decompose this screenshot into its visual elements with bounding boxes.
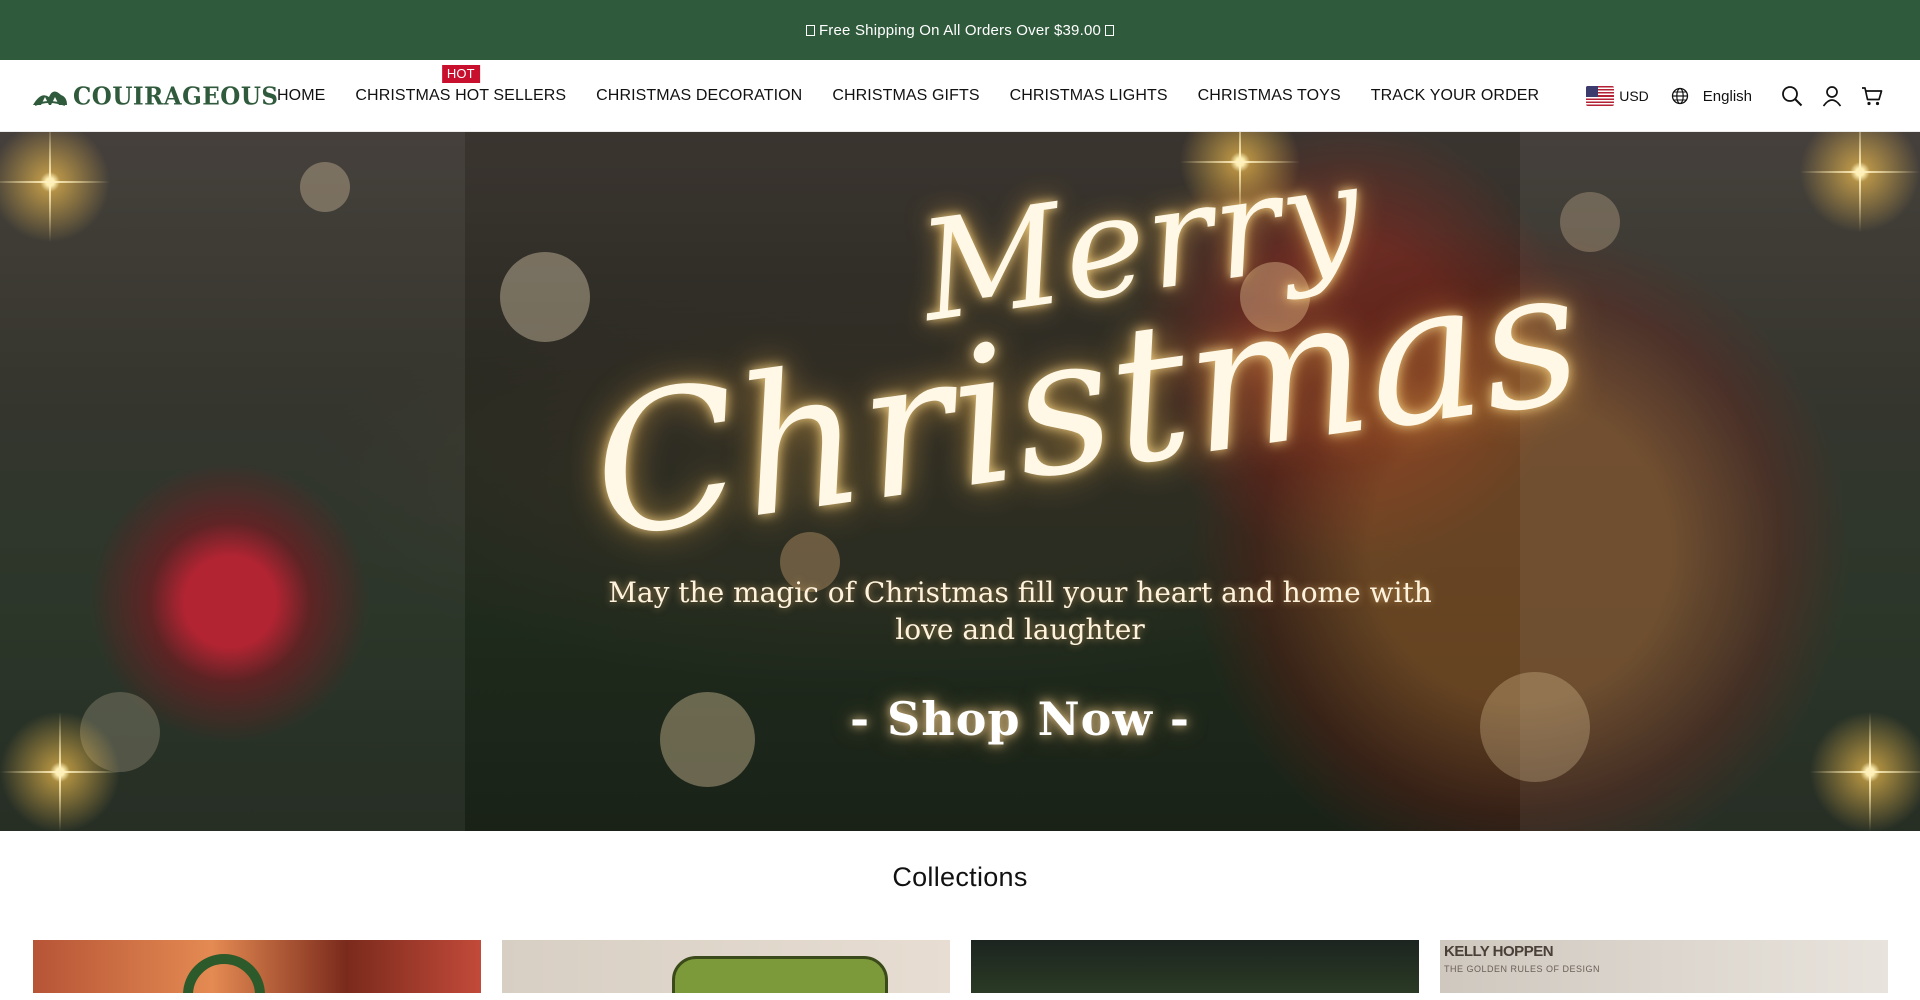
account-icon bbox=[1822, 86, 1842, 107]
sparkle-light bbox=[1800, 132, 1920, 232]
currency-label: USD bbox=[1619, 88, 1649, 104]
search-icon bbox=[1782, 86, 1803, 107]
nav-track-your-order[interactable]: TRACK YOUR ORDER bbox=[1371, 87, 1539, 105]
nav-christmas-gifts[interactable]: CHRISTMAS GIFTS bbox=[832, 87, 979, 105]
language-label: English bbox=[1702, 87, 1752, 105]
hero-tagline-line: May the magic of Christmas fill your hea… bbox=[608, 576, 1432, 609]
tree-icon bbox=[33, 91, 67, 106]
header-actions: USD English bbox=[1586, 60, 1892, 132]
bokeh-light bbox=[1480, 672, 1590, 782]
cart-button[interactable] bbox=[1852, 76, 1892, 116]
nav-christmas-hot-sellers[interactable]: HOT CHRISTMAS HOT SELLERS bbox=[355, 65, 567, 105]
nav-christmas-decoration[interactable]: CHRISTMAS DECORATION bbox=[596, 87, 802, 105]
book-subtitle-text: THE GOLDEN RULES OF DESIGN bbox=[1444, 964, 1601, 974]
sparkle-light bbox=[0, 132, 110, 242]
currency-selector[interactable]: USD bbox=[1586, 86, 1649, 106]
collections-heading: Collections bbox=[892, 862, 1028, 892]
site-header: COUIRAGEOUS HOME HOT CHRISTMAS HOT SELLE… bbox=[0, 60, 1920, 132]
gift-icon bbox=[805, 24, 815, 36]
collection-card[interactable]: KELLY HOPPEN THE GOLDEN RULES OF DESIGN bbox=[1440, 940, 1888, 993]
hero-banner[interactable]: Merry Christmas May the magic of Christm… bbox=[0, 132, 1920, 831]
collection-card[interactable] bbox=[33, 940, 481, 993]
bokeh-light bbox=[1560, 192, 1620, 252]
nav-christmas-toys[interactable]: CHRISTMAS TOYS bbox=[1198, 87, 1341, 105]
search-button[interactable] bbox=[1772, 76, 1812, 116]
brand-name: COUIRAGEOUS bbox=[73, 81, 279, 111]
nav-label: CHRISTMAS HOT SELLERS bbox=[355, 87, 567, 104]
hero-tagline-line: love and laughter bbox=[895, 613, 1145, 646]
announcement-text: Free Shipping On All Orders Over $39.00 bbox=[818, 21, 1102, 39]
collection-card[interactable] bbox=[971, 940, 1419, 993]
account-button[interactable] bbox=[1812, 76, 1852, 116]
shop-now-button[interactable]: - Shop Now - bbox=[760, 692, 1280, 746]
nav-home[interactable]: HOME bbox=[277, 87, 325, 105]
main-nav: HOME HOT CHRISTMAS HOT SELLERS CHRISTMAS… bbox=[277, 60, 1569, 132]
sparkle-light bbox=[0, 712, 120, 831]
bokeh-light bbox=[660, 692, 755, 787]
cart-icon bbox=[1862, 87, 1883, 106]
hot-badge: HOT bbox=[441, 65, 480, 83]
collections-grid: KELLY HOPPEN THE GOLDEN RULES OF DESIGN bbox=[33, 940, 1890, 1000]
hero-tagline: May the magic of Christmas fill your hea… bbox=[560, 574, 1480, 648]
globe-icon bbox=[1671, 87, 1688, 105]
bokeh-light bbox=[500, 252, 590, 342]
nav-christmas-lights[interactable]: CHRISTMAS LIGHTS bbox=[1010, 87, 1168, 105]
collection-card[interactable] bbox=[502, 940, 950, 993]
bokeh-light bbox=[300, 162, 350, 212]
sparkle-light bbox=[1810, 712, 1920, 831]
announcement-bar: Free Shipping On All Orders Over $39.00 bbox=[0, 0, 1920, 60]
language-selector[interactable]: English bbox=[1671, 87, 1752, 105]
brand-logo[interactable]: COUIRAGEOUS bbox=[31, 82, 279, 110]
book-title-text: KELLY HOPPEN bbox=[1444, 943, 1554, 960]
us-flag-icon bbox=[1586, 86, 1615, 106]
gift-icon bbox=[1105, 24, 1115, 36]
